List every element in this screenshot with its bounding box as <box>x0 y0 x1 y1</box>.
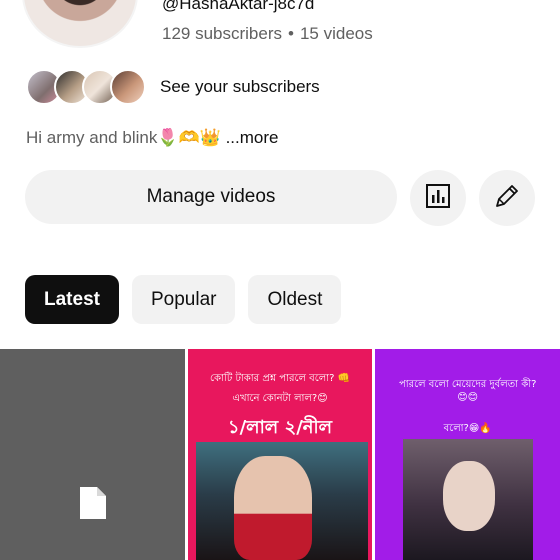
see-subscribers-row[interactable]: See your subscribers <box>26 68 320 106</box>
thumbnail-photo <box>403 439 534 560</box>
stats-separator: • <box>288 24 294 43</box>
see-subscribers-link[interactable]: See your subscribers <box>160 77 320 97</box>
more-link[interactable]: ...more <box>226 128 279 147</box>
thumbnail-emoji: 😊😊 <box>457 392 479 403</box>
thumbnail-caption: এখানে কোনটা লাল?😊 <box>232 393 328 404</box>
tab-popular[interactable]: Popular <box>131 275 236 324</box>
channel-avatar[interactable] <box>22 0 138 48</box>
video-thumbnail[interactable]: কোটি টাকার প্রশ্ন পারলে বলো? 👊 এখানে কোন… <box>187 349 373 560</box>
thumbnail-options: ১/লাল ২/নীল <box>227 417 333 438</box>
video-thumbnail[interactable] <box>0 349 185 560</box>
manage-videos-button[interactable]: Manage videos <box>25 170 397 224</box>
tab-oldest[interactable]: Oldest <box>248 275 342 324</box>
channel-handle: @HashaAktar-j8c7d <box>162 0 315 13</box>
analytics-button[interactable] <box>410 170 466 226</box>
thumbnail-photo <box>195 442 368 560</box>
thumbnail-caption: বলো?😁🔥 <box>443 423 492 434</box>
bio-text: Hi army and blink🌷🫶👑 <box>26 128 221 147</box>
tab-latest[interactable]: Latest <box>25 275 119 324</box>
person-image <box>443 461 496 531</box>
pencil-icon <box>493 182 521 215</box>
video-thumbnail[interactable]: পারলে বলো মেয়েদের দুর্বলতা কী? 😊😊 বলো?😁… <box>375 349 560 560</box>
channel-stats: 129 subscribers • 15 videos <box>162 24 373 44</box>
analytics-icon <box>425 183 451 214</box>
channel-description[interactable]: Hi army and blink🌷🫶👑 ...more <box>26 128 278 148</box>
thumbnail-caption: কোটি টাকার প্রশ্ন পারলে বলো? 👊 <box>210 373 351 384</box>
video-count: 15 videos <box>299 24 373 43</box>
subscriber-count: 129 subscribers <box>162 24 283 43</box>
subscriber-avatar <box>110 69 146 105</box>
edit-channel-button[interactable] <box>479 170 535 226</box>
file-icon <box>80 487 106 524</box>
video-grid: কোটি টাকার প্রশ্ন পারলে বলো? 👊 এখানে কোন… <box>0 349 560 560</box>
person-image <box>233 456 312 560</box>
video-sort-tabs: Latest Popular Oldest <box>25 275 342 324</box>
